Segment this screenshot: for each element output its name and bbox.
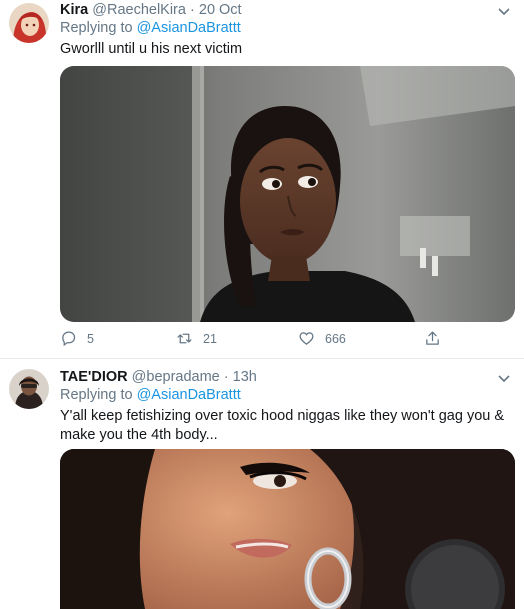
mention-link[interactable]: @AsianDaBrattt	[137, 20, 241, 36]
retweet-icon	[177, 333, 192, 344]
tweet-header: Kira @RaechelKira · 20 Oct	[60, 2, 242, 18]
tweet-text: Gworlll until u his next victim	[60, 41, 243, 57]
reply-count: 5	[87, 331, 94, 346]
separator-dot: ·	[223, 369, 229, 385]
replying-to: Replying to @AsianDaBrattt	[60, 387, 241, 403]
display-name[interactable]: TAE'DIOR	[60, 369, 128, 385]
share-button[interactable]	[424, 330, 451, 347]
retweet-count: 21	[203, 331, 217, 346]
tweet[interactable]: Kira @RaechelKira · 20 Oct Replying to @…	[0, 0, 524, 359]
like-button[interactable]: 666	[298, 330, 346, 347]
avatar[interactable]	[9, 369, 49, 409]
separator-dot: ·	[190, 2, 195, 18]
display-name[interactable]: Kira	[60, 2, 88, 18]
tweet-photo[interactable]	[60, 66, 515, 322]
user-handle[interactable]: @bepradame	[132, 369, 220, 385]
share-icon	[426, 331, 439, 345]
tweet-text: Y'all keep fetishizing over toxic hood n…	[60, 408, 505, 443]
mention-link[interactable]: @AsianDaBrattt	[137, 387, 241, 403]
tweet-actions: 5 21 666	[60, 330, 515, 352]
replying-to-label: Replying to	[60, 20, 137, 36]
tweet-header: TAE'DIOR @bepradame · 13h	[60, 369, 257, 385]
chevron-down-icon[interactable]	[496, 3, 512, 19]
tweet-photo[interactable]	[60, 449, 515, 609]
timestamp[interactable]: 13h	[233, 369, 257, 385]
reply-icon	[62, 331, 76, 347]
avatar[interactable]	[9, 3, 49, 43]
retweet-button[interactable]: 21	[176, 330, 217, 347]
replying-to: Replying to @AsianDaBrattt	[60, 20, 241, 36]
like-count: 666	[325, 331, 346, 346]
user-handle[interactable]: @RaechelKira	[92, 2, 186, 18]
reply-button[interactable]: 5	[60, 330, 94, 347]
tweet[interactable]: TAE'DIOR @bepradame · 13h Replying to @A…	[0, 359, 524, 609]
heart-icon	[299, 332, 314, 345]
chevron-down-icon[interactable]	[496, 370, 512, 386]
replying-to-label: Replying to	[60, 387, 137, 403]
timestamp[interactable]: 20 Oct	[199, 2, 242, 18]
